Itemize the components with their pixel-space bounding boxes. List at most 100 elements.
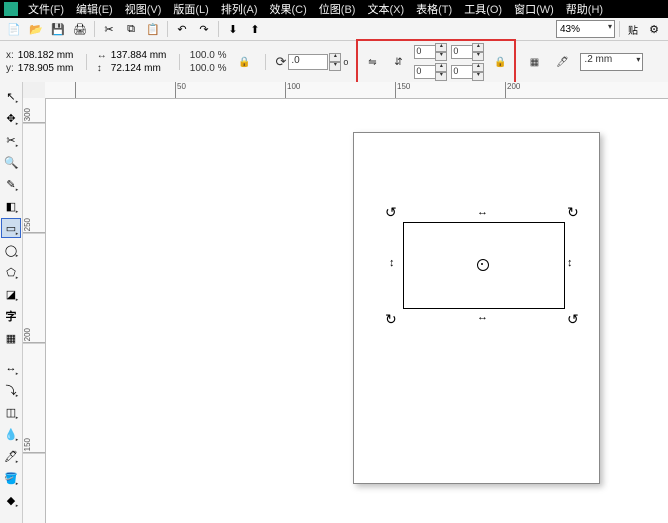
redo-icon[interactable]: ↷	[194, 19, 214, 39]
skew-handle-left[interactable]: ↕	[389, 257, 395, 269]
corner-bl-input[interactable]: 0	[414, 65, 436, 79]
rotate-handle-tr[interactable]: ↻	[567, 204, 579, 221]
rotation-unit: o	[343, 57, 348, 67]
zoom-combo[interactable]: 43%	[556, 20, 615, 38]
interactive-fill-tool[interactable]: ◆▸	[1, 490, 21, 510]
mirror-h-icon[interactable]: ⇋	[362, 52, 382, 72]
app-icon	[4, 2, 18, 16]
corner-bl-spinner[interactable]: ▴▾	[435, 63, 447, 81]
corner-tr-spinner[interactable]: ▴▾	[472, 43, 484, 61]
menubar: 文件(F)编辑(E)视图(V)版面(L)排列(A)效果(C)位图(B)文本(X)…	[0, 0, 668, 18]
snap-button[interactable]: 贴	[624, 19, 642, 39]
ruler-v-tick: 250	[23, 218, 45, 233]
text-tool[interactable]: 字	[1, 306, 21, 326]
rotate-handle-br[interactable]: ↺	[567, 311, 579, 328]
skew-handle-right[interactable]: ↕	[567, 257, 573, 269]
shape-tool[interactable]: ✥▸	[1, 108, 21, 128]
ruler-horizontal[interactable]: 50100150200	[45, 82, 668, 99]
width-value[interactable]: 137.884 mm	[111, 50, 169, 61]
rotation-input[interactable]: .0	[288, 54, 328, 70]
corner-br-input[interactable]: 0	[451, 65, 473, 79]
menu-窗口[interactable]: 窗口(W)	[508, 1, 560, 17]
options-icon[interactable]: ⚙	[644, 19, 664, 39]
menu-文件[interactable]: 文件(F)	[22, 1, 70, 17]
standard-toolbar: 📄 📂 💾 🖨 ✂ ⧉ 📋 ↶ ↷ ⬇ ⬆ 43% 贴 ⚙	[0, 18, 668, 41]
menu-位图[interactable]: 位图(B)	[313, 1, 362, 17]
outline-width-combo[interactable]: .2 mm	[580, 53, 643, 71]
property-bar: x: 108.182 mm y: 178.905 mm ↔ 137.884 mm…	[0, 41, 668, 84]
x-value[interactable]: 108.182 mm	[18, 50, 76, 61]
outline-tool[interactable]: 🖊▸	[1, 446, 21, 466]
corner-tl-spinner[interactable]: ▴▾	[435, 43, 447, 61]
ruler-h-tick: 50	[175, 82, 186, 98]
lock-ratio-icon[interactable]: 🔒	[235, 52, 255, 72]
print-icon[interactable]: 🖨	[70, 19, 90, 39]
ruler-origin[interactable]	[23, 82, 46, 99]
menu-帮助[interactable]: 帮助(H)	[560, 1, 609, 17]
corner-br-spinner[interactable]: ▴▾	[472, 63, 484, 81]
canvas-area[interactable]: 50100150200 300250200150 ↺↻↻↺↔↔↕↕	[23, 82, 668, 523]
scale-y-unit: %	[218, 63, 227, 74]
menu-效果[interactable]: 效果(C)	[264, 1, 313, 17]
polygon-tool[interactable]: ⬠▸	[1, 262, 21, 282]
corner-radius-group: ⇋ ⇵ 0 ▴▾ 0 ▴▾ 0 ▴▾ 0 ▴▾ 🔒	[356, 39, 516, 85]
rotate-handle-bl[interactable]: ↻	[385, 311, 397, 328]
basic-shapes-tool[interactable]: ◪▸	[1, 284, 21, 304]
corner-tr-input[interactable]: 0	[451, 45, 473, 59]
corner-tl-input[interactable]: 0	[414, 45, 436, 59]
save-icon[interactable]: 💾	[48, 19, 68, 39]
menu-排列[interactable]: 排列(A)	[215, 1, 264, 17]
mirror-v-icon[interactable]: ⇵	[388, 52, 408, 72]
rectangle-tool[interactable]: ▭▸	[1, 218, 21, 238]
menu-编辑[interactable]: 编辑(E)	[70, 1, 119, 17]
crop-tool[interactable]: ✂▸	[1, 130, 21, 150]
menu-工具[interactable]: 工具(O)	[458, 1, 508, 17]
dimension-tool[interactable]: ↔▸	[1, 358, 21, 378]
undo-icon[interactable]: ↶	[172, 19, 192, 39]
corner-lock-icon[interactable]: 🔒	[490, 52, 510, 72]
skew-handle-bottom[interactable]: ↔	[477, 311, 488, 323]
rotate-handle-tl[interactable]: ↺	[385, 204, 397, 221]
height-value[interactable]: 72.124 mm	[111, 63, 169, 74]
rotation-spinner[interactable]: ▴▾	[329, 53, 341, 71]
freehand-tool[interactable]: ✎▸	[1, 174, 21, 194]
eyedropper-tool[interactable]: 💧▸	[1, 424, 21, 444]
export-icon[interactable]: ⬆	[245, 19, 265, 39]
menu-表格[interactable]: 表格(T)	[410, 1, 458, 17]
menu-版面[interactable]: 版面(L)	[167, 1, 214, 17]
new-icon[interactable]: 📄	[4, 19, 24, 39]
smart-fill-tool[interactable]: ◧▸	[1, 196, 21, 216]
rotate-icon: ⟳	[276, 54, 287, 70]
wrap-text-icon[interactable]: ▦	[524, 52, 544, 72]
open-icon[interactable]: 📂	[26, 19, 46, 39]
scale-x-unit: %	[218, 50, 227, 61]
interactive-tool[interactable]: ◫▸	[1, 402, 21, 422]
connector-tool[interactable]: ⤵▸	[1, 380, 21, 400]
position-block: x: 108.182 mm y: 178.905 mm	[6, 50, 76, 74]
scale-y-value[interactable]: 100.0	[190, 63, 215, 74]
paste-icon[interactable]: 📋	[143, 19, 163, 39]
scale-block: 100.0 % 100.0 %	[190, 50, 227, 74]
width-icon: ↔	[97, 50, 107, 61]
ruler-h-tick: 200	[505, 82, 520, 98]
pick-tool[interactable]: ↖▸	[1, 86, 21, 106]
cut-icon[interactable]: ✂	[99, 19, 119, 39]
fill-tool[interactable]: 🪣▸	[1, 468, 21, 488]
skew-handle-top[interactable]: ↔	[477, 206, 488, 218]
zoom-tool[interactable]: 🔍▸	[1, 152, 21, 172]
ruler-v-tick: 300	[23, 108, 45, 123]
selection-center-icon[interactable]	[477, 259, 489, 271]
import-icon[interactable]: ⬇	[223, 19, 243, 39]
ruler-vertical[interactable]: 300250200150	[23, 98, 46, 523]
menu-文本[interactable]: 文本(X)	[361, 1, 410, 17]
scale-x-value[interactable]: 100.0	[190, 50, 215, 61]
copy-icon[interactable]: ⧉	[121, 19, 141, 39]
menu-视图[interactable]: 视图(V)	[119, 1, 168, 17]
x-label: x:	[6, 50, 14, 61]
y-value[interactable]: 178.905 mm	[18, 63, 76, 74]
size-block: ↔ 137.884 mm ↕ 72.124 mm	[97, 50, 169, 74]
ruler-h-tick: 100	[285, 82, 300, 98]
outline-pen-icon[interactable]: 🖊	[552, 52, 572, 72]
ellipse-tool[interactable]: ◯▸	[1, 240, 21, 260]
table-tool[interactable]: ▦	[1, 328, 21, 348]
